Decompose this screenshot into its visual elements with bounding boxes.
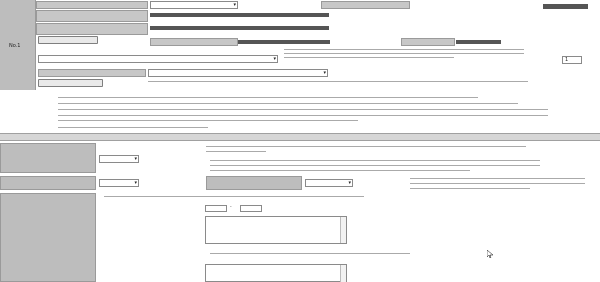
corp-number-field[interactable]	[543, 4, 588, 9]
note-line	[58, 120, 358, 121]
note-line	[58, 109, 548, 110]
note-line	[58, 127, 208, 128]
note-line	[210, 170, 470, 171]
address-textarea[interactable]	[205, 216, 347, 244]
note-line	[148, 81, 528, 82]
address-scrollbar[interactable]	[340, 217, 346, 243]
note-line	[284, 49, 524, 50]
mouse-cursor-icon	[486, 249, 494, 259]
registry-code-value	[456, 40, 501, 44]
note-line	[284, 57, 454, 58]
recipient-label	[0, 193, 96, 282]
note-line	[58, 97, 478, 98]
trade-name-label	[36, 10, 148, 22]
company-type-label	[36, 1, 148, 9]
add-same-request-button[interactable]	[38, 79, 103, 87]
note-line	[210, 160, 540, 161]
note-line	[410, 188, 530, 189]
company-lookup-button[interactable]	[38, 36, 98, 44]
corp-number-value	[411, 2, 541, 10]
registry-name-value	[238, 40, 330, 44]
note-line	[206, 146, 526, 147]
name-textarea[interactable]	[205, 264, 347, 282]
corp-number-label	[321, 1, 410, 9]
note-line	[58, 103, 518, 104]
row-number-label: No.1	[9, 43, 21, 49]
note-line	[410, 183, 585, 184]
name-scrollbar[interactable]	[340, 265, 346, 282]
mail-type-select[interactable]: ▾	[99, 179, 139, 187]
note-line	[410, 178, 585, 179]
note-line	[206, 151, 266, 152]
registry-code-label	[401, 38, 455, 46]
head-office-value	[150, 26, 329, 30]
express-select[interactable]: ▾	[305, 179, 353, 187]
postcode-second-input[interactable]	[240, 205, 262, 212]
count-input[interactable]: 1	[562, 56, 582, 64]
delivery-info-section	[0, 133, 600, 141]
note-line	[58, 115, 548, 116]
items-select[interactable]: ▾	[38, 55, 278, 63]
express-label	[206, 176, 302, 190]
certificate-type-label	[38, 69, 146, 77]
certificate-select[interactable]: ▾	[148, 69, 328, 77]
note-line	[210, 165, 540, 166]
registry-name-label	[150, 38, 238, 46]
head-office-label	[36, 23, 148, 35]
delivery-method-select[interactable]: ▾	[99, 155, 139, 163]
delivery-method-label	[0, 143, 96, 173]
mail-type-label	[0, 176, 96, 190]
trade-name-value	[150, 13, 329, 17]
postcode-dash: -	[230, 205, 232, 210]
postcode-first-input[interactable]	[205, 205, 227, 212]
company-type-select[interactable]: ▾	[150, 1, 238, 9]
note-line	[210, 253, 410, 254]
note-line	[104, 196, 364, 197]
note-line	[284, 53, 524, 54]
